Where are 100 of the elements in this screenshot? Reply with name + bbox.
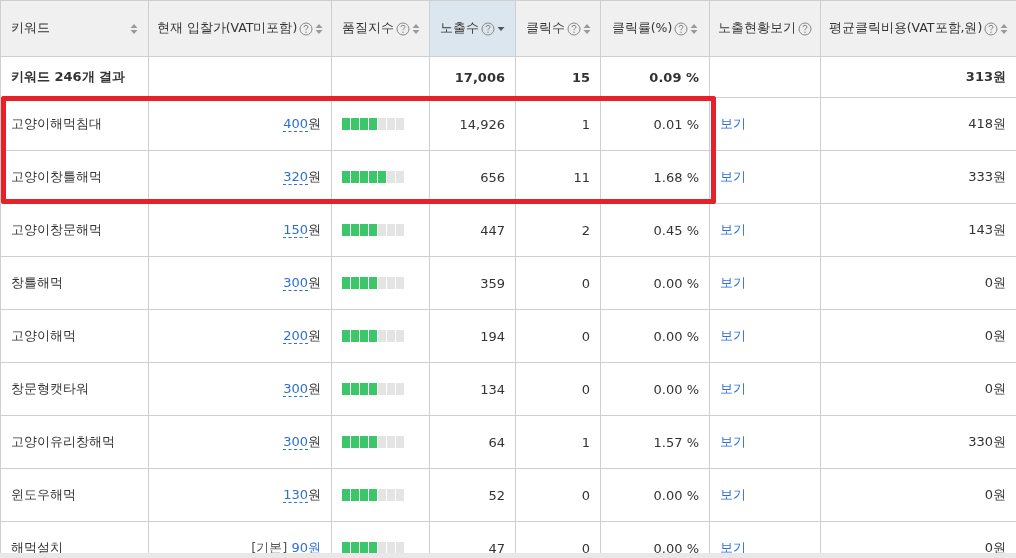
currency-unit: 원 xyxy=(308,487,321,502)
summary-value: 313원 xyxy=(965,69,1006,84)
impressions-value: 134 xyxy=(480,381,505,397)
view-link[interactable]: 보기 xyxy=(720,540,746,553)
view-link[interactable]: 보기 xyxy=(720,275,746,290)
ctr-value: 0.00 % xyxy=(653,381,699,397)
sort-icon[interactable] xyxy=(1000,22,1009,35)
bid-amount-link[interactable]: 90원 xyxy=(291,540,321,553)
currency-unit: 원 xyxy=(308,381,321,396)
keyword-text: 고양이해먹 xyxy=(11,328,76,343)
impressions-value: 194 xyxy=(480,328,505,344)
avg-cpc-value: 143원 xyxy=(968,222,1006,237)
clicks-value: 0 xyxy=(581,275,590,291)
help-icon[interactable] xyxy=(984,21,999,36)
sort-icon[interactable] xyxy=(690,22,699,35)
bid-amount-link[interactable]: 150 xyxy=(283,222,308,238)
header-label: 품질지수 xyxy=(341,20,394,37)
currency-unit: 원 xyxy=(308,328,321,343)
bid-amount-link[interactable]: 300 xyxy=(283,434,308,450)
header-label: 키워드 xyxy=(11,20,50,37)
quality-meter xyxy=(342,383,405,395)
keyword-text: 고양이창틀해먹 xyxy=(11,169,102,184)
help-icon[interactable] xyxy=(395,21,410,36)
ctr-value: 1.68 % xyxy=(653,169,699,185)
bid-amount-link[interactable]: 300 xyxy=(283,275,308,291)
header-label: 노출수 xyxy=(440,20,479,37)
clicks-value: 0 xyxy=(581,381,590,397)
help-icon[interactable] xyxy=(798,21,812,36)
keyword-text: 창문형캣타워 xyxy=(11,381,89,396)
header-label: 현재 입찰가(VAT미포함) xyxy=(156,20,298,37)
help-icon[interactable] xyxy=(566,21,581,36)
summary-label: 키워드 246개 결과 xyxy=(11,69,126,84)
quality-meter xyxy=(342,330,405,342)
bid-amount-link[interactable]: 130 xyxy=(283,487,308,503)
currency-unit: 원 xyxy=(308,222,321,237)
ctr-value: 0.00 % xyxy=(653,275,699,291)
avg-cpc-value: 330원 xyxy=(968,434,1006,449)
avg-cpc-value: 0원 xyxy=(984,328,1006,343)
impressions-value: 64 xyxy=(488,434,505,450)
summary-value: 0.09 % xyxy=(649,69,699,85)
sort-icon[interactable] xyxy=(582,22,591,35)
avg-cpc-value: 0원 xyxy=(984,275,1006,290)
ctr-value: 0.00 % xyxy=(653,487,699,503)
ctr-value: 0.00 % xyxy=(653,328,699,344)
clicks-value: 0 xyxy=(581,540,590,553)
ctr-value: 0.00 % xyxy=(653,540,699,553)
help-icon[interactable] xyxy=(299,21,314,36)
keyword-text: 고양이해먹침대 xyxy=(11,116,102,131)
clicks-value: 11 xyxy=(573,169,590,185)
bid-amount-link[interactable]: 200 xyxy=(283,328,308,344)
quality-meter xyxy=(342,542,405,553)
sort-icon[interactable] xyxy=(315,22,324,35)
avg-cpc-value: 418원 xyxy=(968,116,1006,131)
impressions-value: 359 xyxy=(480,275,505,291)
avg-cpc-value: 0원 xyxy=(984,540,1006,553)
clicks-value: 1 xyxy=(581,434,590,450)
currency-unit: 원 xyxy=(308,275,321,290)
keyword-text: 창틀해먹 xyxy=(11,275,63,290)
quality-meter xyxy=(342,489,405,501)
clicks-value: 0 xyxy=(581,487,590,503)
avg-cpc-value: 0원 xyxy=(984,381,1006,396)
keyword-text: 고양이유리창해먹 xyxy=(11,434,115,449)
keyword-text: 윈도우해먹 xyxy=(11,487,76,502)
view-link[interactable]: 보기 xyxy=(720,434,746,449)
ctr-value: 0.45 % xyxy=(653,222,699,238)
avg-cpc-value: 0원 xyxy=(984,487,1006,502)
quality-meter xyxy=(342,436,405,448)
view-link[interactable]: 보기 xyxy=(720,328,746,343)
summary-value: 15 xyxy=(571,69,590,85)
impressions-value: 447 xyxy=(480,222,505,238)
impressions-value: 52 xyxy=(488,487,505,503)
clicks-value: 1 xyxy=(581,116,590,132)
view-link[interactable]: 보기 xyxy=(720,381,746,396)
bid-amount-link[interactable]: 320 xyxy=(283,169,308,185)
sort-icon[interactable] xyxy=(411,22,420,35)
view-link[interactable]: 보기 xyxy=(720,169,746,184)
view-link[interactable]: 보기 xyxy=(720,487,746,502)
help-icon[interactable] xyxy=(674,21,689,36)
quality-meter xyxy=(342,277,405,289)
bid-amount-link[interactable]: 300 xyxy=(283,381,308,397)
ctr-value: 0.01 % xyxy=(653,116,699,132)
view-link[interactable]: 보기 xyxy=(720,222,746,237)
quality-meter xyxy=(342,118,405,130)
currency-unit: 원 xyxy=(308,434,321,449)
currency-unit: 원 xyxy=(308,116,321,131)
view-link[interactable]: 보기 xyxy=(720,116,746,131)
header-label: 클릭수 xyxy=(525,20,565,37)
impressions-value: 47 xyxy=(488,540,505,553)
bid-amount-link[interactable]: 400 xyxy=(283,116,308,132)
sort-icon[interactable] xyxy=(130,22,138,35)
header-label: 노출현황보기 xyxy=(718,20,796,37)
header-label: 클릭률(%) xyxy=(611,20,673,37)
clicks-value: 2 xyxy=(581,222,590,238)
impressions-value: 656 xyxy=(480,169,505,185)
summary-value: 17,006 xyxy=(454,69,505,85)
ctr-value: 1.57 % xyxy=(653,434,699,450)
quality-meter xyxy=(342,171,405,183)
bid-default-label: [기본] xyxy=(251,540,288,553)
currency-unit: 원 xyxy=(308,169,321,184)
quality-meter xyxy=(342,224,405,236)
